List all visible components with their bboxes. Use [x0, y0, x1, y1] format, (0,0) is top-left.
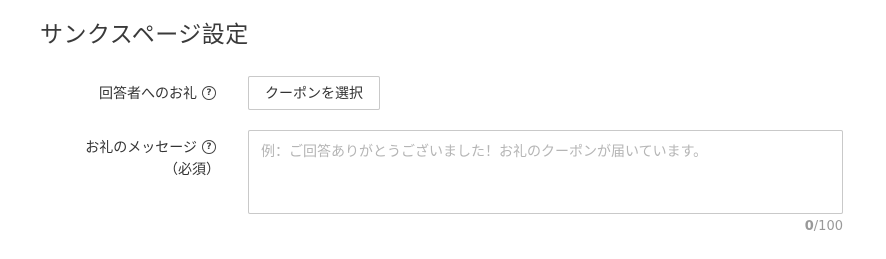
select-coupon-button[interactable]: クーポンを選択 — [248, 76, 380, 110]
message-label: お礼のメッセージ — [85, 140, 197, 156]
char-counter: 0/100 — [805, 218, 843, 236]
coupon-label-row: 回答者へのお礼 ? — [99, 83, 216, 103]
char-count-limit: /100 — [813, 219, 843, 234]
thanks-page-settings: サンクスページ設定 回答者へのお礼 ? クーポンを選択 お礼のメッセージ ? （… — [0, 0, 886, 259]
section-title: サンクスページ設定 — [40, 22, 249, 48]
required-label: （必須） — [164, 162, 220, 178]
message-label-row: お礼のメッセージ ? — [85, 137, 216, 157]
question-circle-icon[interactable]: ? — [202, 140, 216, 154]
thanks-message-textarea[interactable] — [248, 130, 843, 214]
question-circle-icon[interactable]: ? — [202, 86, 216, 100]
char-count-current: 0 — [804, 219, 814, 234]
coupon-label: 回答者へのお礼 — [99, 86, 197, 102]
